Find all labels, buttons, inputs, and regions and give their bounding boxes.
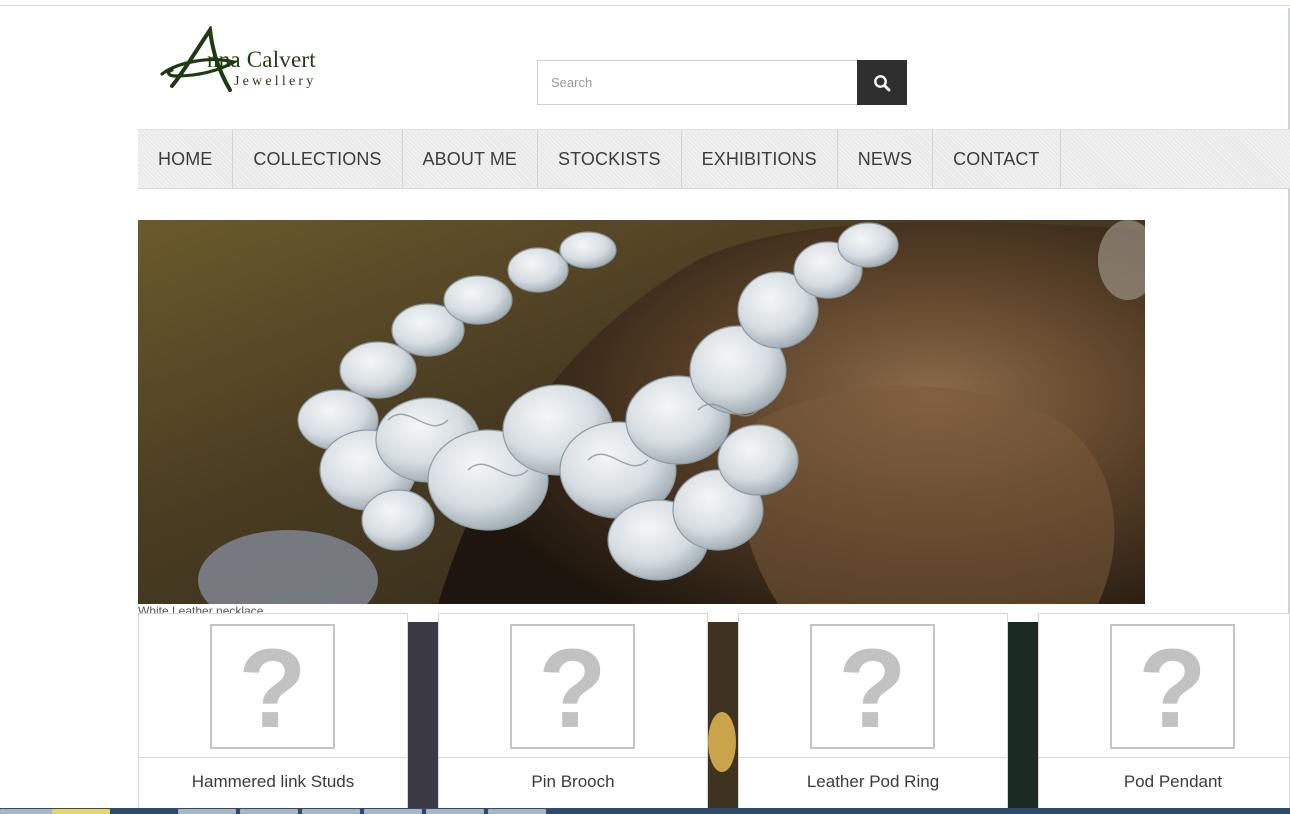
nav-item-exhibitions[interactable]: EXHIBITIONS — [682, 130, 838, 188]
product-card[interactable]: ? Pod Pendant — [1038, 613, 1290, 814]
taskbar-button[interactable] — [488, 809, 546, 814]
product-title[interactable]: Pin Brooch — [439, 772, 707, 792]
logo-title: nna Calvert — [207, 47, 316, 72]
search-input[interactable] — [537, 60, 857, 105]
taskbar-button[interactable] — [364, 809, 422, 814]
taskbar-button[interactable] — [0, 809, 58, 814]
product-thumbnail: ? — [139, 614, 407, 758]
logo-subtitle: Jewellery — [234, 74, 317, 89]
os-taskbar — [0, 808, 1290, 814]
product-card[interactable]: ? Pin Brooch — [438, 613, 708, 814]
image-placeholder-icon: ? — [810, 624, 935, 749]
taskbar-button[interactable] — [240, 809, 298, 814]
image-placeholder-icon: ? — [210, 624, 335, 749]
browser-top-rule — [0, 0, 1290, 10]
site-logo[interactable]: nna Calvert Jewellery — [160, 26, 350, 96]
main-navigation: HOME COLLECTIONS ABOUT ME STOCKISTS EXHI… — [138, 129, 1290, 189]
search-icon — [874, 74, 891, 91]
nav-item-home[interactable]: HOME — [138, 130, 234, 188]
hero-image[interactable] — [138, 220, 1145, 604]
nav-item-contact[interactable]: CONTACT — [933, 130, 1061, 188]
nav-item-collections[interactable]: COLLECTIONS — [233, 130, 403, 188]
image-placeholder-icon: ? — [1110, 624, 1235, 749]
search-button[interactable] — [857, 60, 907, 105]
product-title[interactable]: Leather Pod Ring — [739, 772, 1007, 792]
product-title[interactable]: Pod Pendant — [1039, 772, 1290, 792]
nav-item-about-me[interactable]: ABOUT ME — [403, 130, 539, 188]
taskbar-button[interactable] — [302, 809, 360, 814]
image-placeholder-icon: ? — [510, 624, 635, 749]
taskbar-button[interactable] — [178, 809, 236, 814]
product-thumbnail: ? — [439, 614, 707, 758]
nav-item-news[interactable]: NEWS — [838, 130, 934, 188]
product-title[interactable]: Hammered link Studs — [139, 772, 407, 792]
product-thumbnail: ? — [1039, 614, 1290, 758]
search-bar — [537, 60, 907, 105]
product-card[interactable]: ? Leather Pod Ring — [738, 613, 1008, 814]
hero-necklace-illustration — [138, 220, 1145, 604]
taskbar-button[interactable] — [426, 809, 484, 814]
product-card[interactable]: ? Hammered link Studs — [138, 613, 408, 814]
nav-item-stockists[interactable]: STOCKISTS — [538, 130, 682, 188]
product-thumbnail: ? — [739, 614, 1007, 758]
taskbar-button[interactable] — [52, 809, 110, 814]
